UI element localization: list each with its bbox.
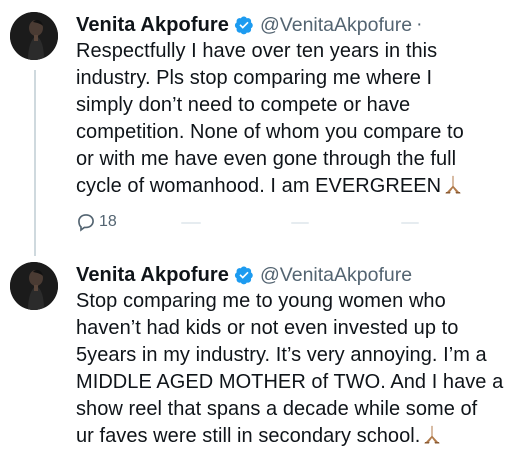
avatar-photo-icon bbox=[10, 12, 58, 60]
tweet-text: Respectfully I have over ten years in th… bbox=[76, 40, 464, 197]
reply-count: 18 bbox=[99, 213, 117, 230]
folded-hands-emoji-icon bbox=[424, 425, 440, 444]
verified-badge-icon bbox=[234, 266, 253, 285]
folded-hands-emoji-icon bbox=[445, 175, 461, 194]
avatar[interactable] bbox=[10, 262, 58, 310]
avatar-photo-icon bbox=[10, 262, 58, 310]
display-name[interactable]: Venita Akpofure bbox=[76, 264, 229, 287]
display-name[interactable]: Venita Akpofure bbox=[76, 14, 229, 37]
like-button-faded[interactable] bbox=[291, 222, 309, 224]
views-button-faded[interactable] bbox=[401, 222, 419, 224]
avatar[interactable] bbox=[10, 12, 58, 60]
thread-connector-line bbox=[34, 70, 36, 256]
verified-badge-icon bbox=[234, 16, 253, 35]
separator-dot: · bbox=[416, 14, 423, 35]
handle[interactable]: @VenitaAkpofure bbox=[260, 14, 412, 37]
reply-bubble-icon bbox=[78, 214, 94, 232]
retweet-button-faded[interactable] bbox=[181, 222, 201, 224]
tweet-body: Respectfully I have over ten years in th… bbox=[76, 38, 508, 200]
reply-button[interactable]: 18 bbox=[76, 212, 117, 232]
handle[interactable]: @VenitaAkpofure bbox=[260, 264, 412, 287]
tweet-body: Stop comparing me to young women who hav… bbox=[76, 288, 508, 450]
